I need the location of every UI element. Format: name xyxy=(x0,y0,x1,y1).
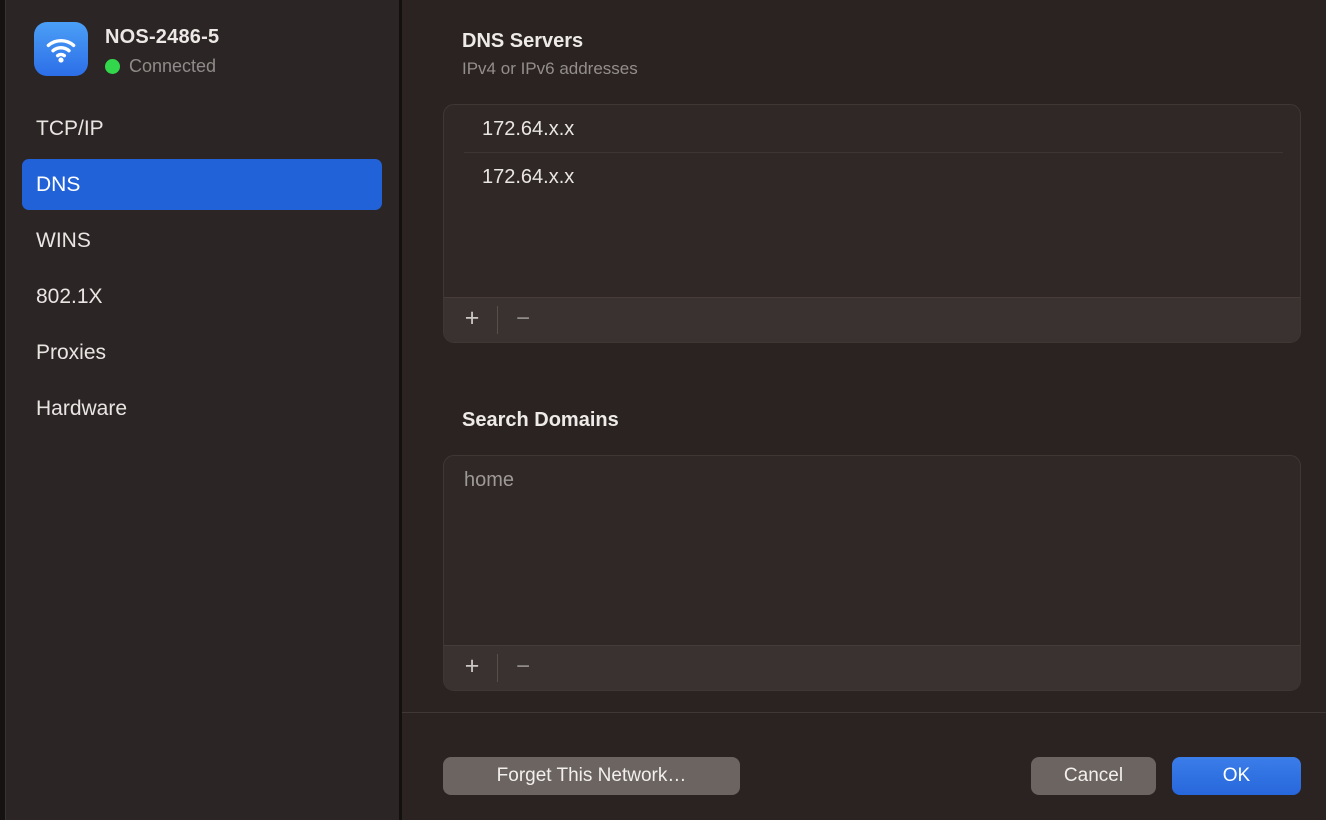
wifi-icon xyxy=(34,22,88,76)
search-domains-toolbar: + − xyxy=(444,645,1300,690)
dns-servers-title: DNS Servers xyxy=(443,28,1301,54)
search-domains-title: Search Domains xyxy=(443,407,1301,433)
dns-servers-list: 172.64.x.x 172.64.x.x + − xyxy=(443,104,1301,343)
dns-servers-rows: 172.64.x.x 172.64.x.x xyxy=(444,105,1300,297)
toolbar-separator xyxy=(497,654,498,682)
search-domains-rows: home xyxy=(444,456,1300,645)
sidebar: NOS-2486-5 Connected TCP/IP DNS WINS 802… xyxy=(6,0,402,820)
search-domain-row[interactable]: home xyxy=(444,456,1300,504)
dns-server-value: 172.64.x.x xyxy=(482,118,574,141)
dns-servers-subtitle: IPv4 or IPv6 addresses xyxy=(443,58,1301,79)
sidebar-item-wins[interactable]: WINS xyxy=(22,215,382,266)
sidebar-nav: TCP/IP DNS WINS 802.1X Proxies Hardware xyxy=(22,103,382,434)
dns-server-row[interactable]: 172.64.x.x xyxy=(444,153,1300,201)
sidebar-item-proxies[interactable]: Proxies xyxy=(22,327,382,378)
remove-dns-server-button[interactable]: − xyxy=(503,304,543,336)
connection-status-label: Connected xyxy=(129,56,216,77)
dns-server-value: 172.64.x.x xyxy=(482,166,574,189)
connected-status-dot-icon xyxy=(105,59,120,74)
add-dns-server-button[interactable]: + xyxy=(452,304,492,336)
search-domains-list: home + − xyxy=(443,455,1301,691)
network-name: NOS-2486-5 xyxy=(105,26,219,49)
sidebar-item-dns[interactable]: DNS xyxy=(22,159,382,210)
dns-servers-toolbar: + − xyxy=(444,297,1300,342)
dns-settings-panel: DNS Servers IPv4 or IPv6 addresses 172.6… xyxy=(402,0,1326,820)
sidebar-item-hardware[interactable]: Hardware xyxy=(22,383,382,434)
ok-button[interactable]: OK xyxy=(1172,757,1301,795)
forget-network-button[interactable]: Forget This Network… xyxy=(443,757,740,795)
network-status: Connected xyxy=(105,56,219,77)
search-domain-value: home xyxy=(464,469,514,492)
cancel-button[interactable]: Cancel xyxy=(1031,757,1156,795)
footer-bar: Forget This Network… Cancel OK xyxy=(443,757,1301,795)
add-search-domain-button[interactable]: + xyxy=(452,652,492,684)
network-meta: NOS-2486-5 Connected xyxy=(105,22,219,77)
network-header: NOS-2486-5 Connected xyxy=(6,22,399,77)
sidebar-item-8021x[interactable]: 802.1X xyxy=(22,271,382,322)
remove-search-domain-button[interactable]: − xyxy=(503,652,543,684)
dns-server-row[interactable]: 172.64.x.x xyxy=(444,105,1300,153)
toolbar-separator xyxy=(497,306,498,334)
sidebar-item-tcpip[interactable]: TCP/IP xyxy=(22,103,382,154)
footer-divider xyxy=(402,712,1326,713)
